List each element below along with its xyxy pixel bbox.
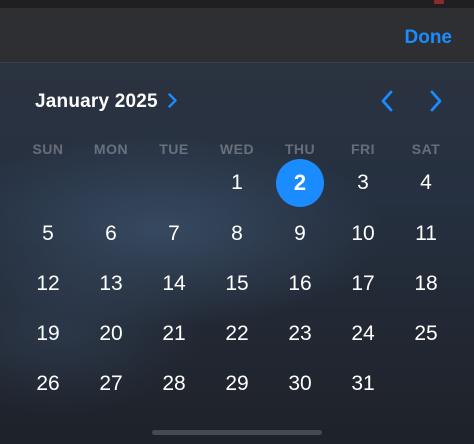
- weekday-label-mon: MON: [93, 141, 129, 157]
- calendar-day[interactable]: 10: [340, 211, 386, 257]
- calendar-day[interactable]: 5: [25, 211, 71, 257]
- top-edge: [0, 0, 474, 8]
- calendar-day[interactable]: 17: [340, 261, 386, 307]
- calendar-day[interactable]: 31: [340, 361, 386, 407]
- calendar-day[interactable]: 25: [403, 311, 449, 357]
- chevron-left-icon: [380, 90, 394, 115]
- selected-day[interactable]: 2: [276, 159, 324, 207]
- calendar-day[interactable]: 19: [25, 311, 71, 357]
- calendar-day[interactable]: 16: [277, 261, 323, 307]
- weekday-label-sun: SUN: [32, 141, 64, 157]
- next-month-button[interactable]: [422, 88, 450, 116]
- previous-month-button[interactable]: [373, 88, 401, 116]
- calendar-day[interactable]: 11: [403, 211, 449, 257]
- calendar-day[interactable]: 26: [25, 361, 71, 407]
- calendar-day[interactable]: 4: [403, 160, 449, 206]
- calendar-day[interactable]: 9: [277, 211, 323, 257]
- close-indicator: [434, 0, 444, 4]
- calendar-day[interactable]: 22: [214, 311, 260, 357]
- month-year-button[interactable]: January 2025: [35, 90, 177, 114]
- calendar-day[interactable]: 28: [151, 361, 197, 407]
- calendar-day[interactable]: 13: [88, 261, 134, 307]
- calendar-day[interactable]: 14: [151, 261, 197, 307]
- weekday-label-wed: WED: [219, 141, 255, 157]
- calendar-day[interactable]: 7: [151, 211, 197, 257]
- date-picker-screen: Done January 2025 SUN MON TUE WED THU FRI SAT …: [0, 0, 474, 444]
- chevron-right-icon: [168, 93, 177, 111]
- month-year-label: January 2025: [35, 91, 158, 112]
- chevron-right-icon: [429, 90, 443, 115]
- weekday-label-thu: THU: [284, 141, 316, 157]
- calendar-day[interactable]: 30: [277, 361, 323, 407]
- calendar-day[interactable]: 23: [277, 311, 323, 357]
- calendar-day[interactable]: 12: [25, 261, 71, 307]
- calendar-day[interactable]: 3: [340, 160, 386, 206]
- calendar-day[interactable]: 24: [340, 311, 386, 357]
- weekday-label-tue: TUE: [159, 141, 189, 157]
- weekday-label-sat: SAT: [411, 141, 441, 157]
- calendar-day[interactable]: 20: [88, 311, 134, 357]
- calendar-day[interactable]: 8: [214, 211, 260, 257]
- calendar-day[interactable]: 6: [88, 211, 134, 257]
- calendar-day[interactable]: 15: [214, 261, 260, 307]
- calendar-day[interactable]: 21: [151, 311, 197, 357]
- navigation-bar: [0, 8, 474, 62]
- divider: [0, 62, 474, 63]
- home-indicator: [152, 430, 322, 435]
- calendar-day[interactable]: 18: [403, 261, 449, 307]
- calendar-day[interactable]: 27: [88, 361, 134, 407]
- calendar-day[interactable]: 29: [214, 361, 260, 407]
- done-button[interactable]: Done: [405, 27, 453, 49]
- weekday-label-fri: FRI: [350, 141, 376, 157]
- calendar-day[interactable]: 1: [214, 160, 260, 206]
